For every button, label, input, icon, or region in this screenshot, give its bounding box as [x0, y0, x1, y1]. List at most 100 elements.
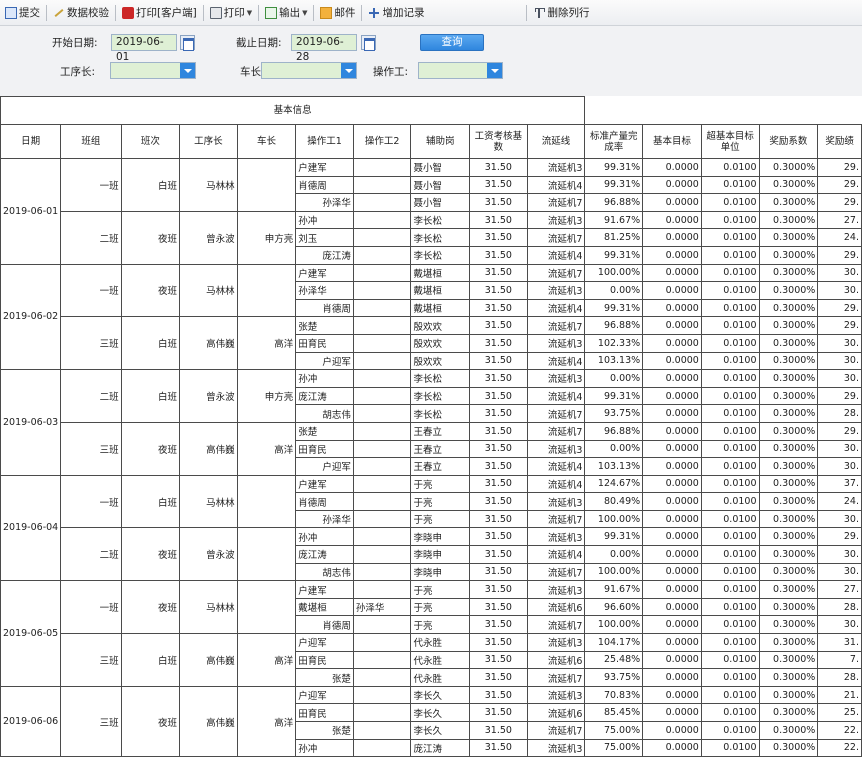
reward-cell[interactable]: 29.: [817, 298, 862, 318]
assistant-cell[interactable]: 李晓申: [410, 527, 471, 547]
reward-cell[interactable]: 29.: [817, 158, 862, 177]
base-target-cell[interactable]: 0.0000: [642, 439, 702, 459]
line-cell[interactable]: 流延机4: [526, 545, 586, 564]
operator1-cell[interactable]: 肖德周: [295, 615, 354, 635]
wage-base-cell[interactable]: 31.50: [469, 703, 528, 722]
operator2-cell[interactable]: [352, 703, 412, 722]
reward-cell[interactable]: 37.: [817, 474, 862, 494]
line-cell[interactable]: 流延机7: [526, 562, 586, 582]
reward-cell[interactable]: 29.: [817, 316, 862, 335]
reward-cell[interactable]: 27.: [817, 210, 862, 230]
completion-rate-cell[interactable]: 96.88%: [584, 316, 644, 335]
base-target-cell[interactable]: 0.0000: [642, 351, 702, 371]
column-header[interactable]: 辅助岗: [410, 124, 471, 159]
reward-cell[interactable]: 28.: [817, 668, 862, 687]
workshop-leader-select[interactable]: [261, 62, 357, 79]
assistant-cell[interactable]: 李长久: [410, 703, 471, 722]
operator2-cell[interactable]: [352, 263, 412, 283]
assistant-cell[interactable]: 殷欢欢: [410, 333, 471, 353]
operator2-cell[interactable]: [352, 193, 412, 212]
operator1-cell[interactable]: 孙冲: [295, 369, 354, 388]
base-target-cell[interactable]: 0.0000: [642, 158, 702, 177]
line-cell[interactable]: 流延机3: [526, 685, 586, 705]
reward-coefficient-cell[interactable]: 0.3000%: [758, 703, 819, 722]
reward-coefficient-cell[interactable]: 0.3000%: [758, 281, 819, 300]
operator2-cell[interactable]: [352, 333, 412, 353]
base-target-cell[interactable]: 0.0000: [642, 316, 702, 335]
table-row[interactable]: 2019-06-02 一班 夜班 马林林 户建军 戴堪桓 31.50 流延机7 100.00% 0…: [0, 263, 862, 371]
over-target-unit-cell[interactable]: 0.0100: [700, 281, 760, 300]
assistant-cell[interactable]: 代永胜: [410, 650, 471, 670]
over-target-unit-cell[interactable]: 0.0100: [700, 316, 760, 335]
over-target-unit-cell[interactable]: 0.0100: [700, 333, 760, 353]
column-header[interactable]: 操作工1: [295, 124, 354, 159]
over-target-unit-cell[interactable]: 0.0100: [700, 703, 760, 722]
over-target-unit-cell[interactable]: 0.0100: [700, 597, 760, 617]
wage-base-cell[interactable]: 31.50: [469, 245, 528, 265]
wage-base-cell[interactable]: 31.50: [469, 228, 528, 247]
wage-base-cell[interactable]: 31.50: [469, 281, 528, 300]
over-target-unit-cell[interactable]: 0.0100: [700, 245, 760, 265]
operator2-cell[interactable]: [352, 580, 412, 599]
over-target-unit-cell[interactable]: 0.0100: [700, 386, 760, 406]
line-cell[interactable]: 流延机4: [526, 474, 586, 494]
column-header[interactable]: 操作工2: [352, 124, 412, 159]
reward-cell[interactable]: 30.: [817, 509, 862, 529]
wage-base-cell[interactable]: 31.50: [469, 457, 528, 476]
reward-coefficient-cell[interactable]: 0.3000%: [758, 210, 819, 230]
completion-rate-cell[interactable]: 85.45%: [584, 703, 644, 722]
column-header[interactable]: 标准产量完成率: [584, 124, 644, 159]
assistant-cell[interactable]: 于亮: [410, 597, 471, 617]
line-cell[interactable]: 流延机4: [526, 351, 586, 371]
wage-base-cell[interactable]: 31.50: [469, 439, 528, 459]
assistant-cell[interactable]: 聂小智: [410, 193, 471, 212]
table-row[interactable]: 2019-06-03 二班 白班 曾永波 申方亮 孙冲 李长松 31.50 流延机3 0.00% 0…: [0, 369, 862, 476]
wage-base-cell[interactable]: 31.50: [469, 175, 528, 195]
wage-base-cell[interactable]: 31.50: [469, 158, 528, 177]
operator2-cell[interactable]: [352, 210, 412, 230]
wage-base-cell[interactable]: 31.50: [469, 721, 528, 740]
over-target-unit-cell[interactable]: 0.0100: [700, 721, 760, 740]
reward-coefficient-cell[interactable]: 0.3000%: [758, 509, 819, 529]
operator1-cell[interactable]: 肖德周: [295, 298, 354, 318]
over-target-unit-cell[interactable]: 0.0100: [700, 650, 760, 670]
completion-rate-cell[interactable]: 0.00%: [584, 281, 644, 300]
over-target-unit-cell[interactable]: 0.0100: [700, 158, 760, 177]
reward-coefficient-cell[interactable]: 0.3000%: [758, 650, 819, 670]
reward-cell[interactable]: 30.: [817, 369, 862, 388]
table-row[interactable]: 2019-06-05 一班 夜班 马林林 户建军 于亮 31.50 流延机3 91.67% 0.0…: [0, 580, 862, 687]
reward-coefficient-cell[interactable]: 0.3000%: [758, 562, 819, 582]
mail-button[interactable]: 邮件: [317, 2, 358, 24]
reward-coefficient-cell[interactable]: 0.3000%: [758, 457, 819, 476]
line-cell[interactable]: 流延机3: [526, 492, 586, 511]
operator1-cell[interactable]: 庞江涛: [295, 245, 354, 265]
reward-coefficient-cell[interactable]: 0.3000%: [758, 316, 819, 335]
reward-coefficient-cell[interactable]: 0.3000%: [758, 263, 819, 283]
line-cell[interactable]: 流延机7: [526, 228, 586, 247]
operator2-cell[interactable]: [352, 369, 412, 388]
reward-cell[interactable]: 24.: [817, 492, 862, 511]
over-target-unit-cell[interactable]: 0.0100: [700, 580, 760, 599]
table-row[interactable]: 三班 白班 高伟巍 高洋 户迎军 代永胜 31.50 流延机3 104.17% 0.0000 0.0…: [1, 633, 862, 687]
assistant-cell[interactable]: 王春立: [410, 457, 471, 476]
assistant-cell[interactable]: 李晓申: [410, 562, 471, 582]
base-target-cell[interactable]: 0.0000: [642, 263, 702, 283]
base-target-cell[interactable]: 0.0000: [642, 509, 702, 529]
line-cell[interactable]: 流延机7: [526, 316, 586, 335]
wage-base-cell[interactable]: 31.50: [469, 633, 528, 652]
column-header[interactable]: 奖励绩: [817, 124, 862, 159]
completion-rate-cell[interactable]: 99.31%: [584, 527, 644, 547]
base-target-cell[interactable]: 0.0000: [642, 245, 702, 265]
operator1-cell[interactable]: 庞江涛: [295, 545, 354, 564]
reward-coefficient-cell[interactable]: 0.3000%: [758, 721, 819, 740]
reward-coefficient-cell[interactable]: 0.3000%: [758, 492, 819, 511]
wage-base-cell[interactable]: 31.50: [469, 668, 528, 687]
base-target-cell[interactable]: 0.0000: [642, 457, 702, 476]
assistant-cell[interactable]: 李长久: [410, 721, 471, 740]
operator1-cell[interactable]: 户建军: [295, 580, 354, 599]
wage-base-cell[interactable]: 31.50: [469, 474, 528, 494]
wage-base-cell[interactable]: 31.50: [469, 404, 528, 423]
reward-coefficient-cell[interactable]: 0.3000%: [758, 245, 819, 265]
base-target-cell[interactable]: 0.0000: [642, 421, 702, 441]
export-button[interactable]: 输出 ▼: [262, 2, 310, 24]
